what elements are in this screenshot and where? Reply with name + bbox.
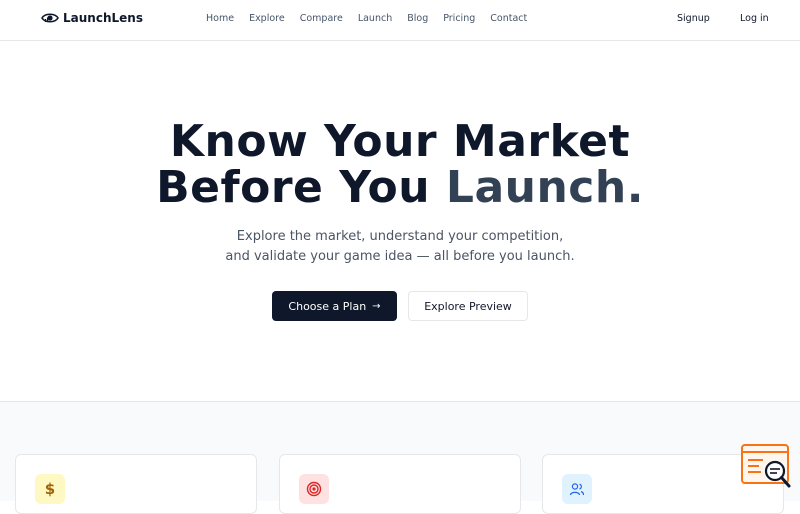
nav-link-compare[interactable]: Compare: [300, 13, 343, 24]
hero-title-line-1: Know Your Market: [169, 116, 631, 167]
nav-link-blog[interactable]: Blog: [407, 13, 428, 24]
top-nav: LaunchLens Home Explore Compare Launch B…: [0, 0, 800, 41]
hero-subtitle: Explore the market, understand your comp…: [0, 227, 800, 267]
browser-search-widget-icon[interactable]: [741, 444, 793, 490]
choose-plan-button[interactable]: Choose a Plan →: [272, 291, 397, 321]
hero-title-line-2-start: Before You: [156, 162, 446, 213]
eye-logo-icon: [41, 13, 59, 23]
hero-title: Know Your Market Before You Launch.: [0, 119, 800, 211]
nav-link-explore[interactable]: Explore: [249, 13, 285, 24]
features-section: $: [0, 401, 800, 514]
feature-card-pricing: $: [15, 454, 257, 514]
hero-title-line-2: Before You Launch.: [0, 165, 800, 211]
nav-links: Home Explore Compare Launch Blog Pricing…: [206, 13, 542, 24]
brand[interactable]: LaunchLens: [41, 11, 143, 25]
nav-link-contact[interactable]: Contact: [490, 13, 527, 24]
hero-title-accent: Launch.: [445, 162, 644, 213]
hero-subtitle-line-2: and validate your game idea — all before…: [225, 249, 575, 264]
feature-card-target: [279, 454, 521, 514]
choose-plan-label: Choose a Plan: [288, 299, 367, 313]
hero-subtitle-line-1: Explore the market, understand your comp…: [236, 229, 564, 244]
nav-link-home[interactable]: Home: [206, 13, 234, 24]
login-link[interactable]: Log in: [740, 13, 769, 24]
brand-name: LaunchLens: [63, 11, 143, 25]
signup-link[interactable]: Signup: [677, 13, 710, 24]
hero-section: Know Your Market Before You Launch. Expl…: [0, 41, 800, 401]
nav-link-launch[interactable]: Launch: [358, 13, 392, 24]
arrow-right-icon: →: [372, 300, 381, 312]
explore-preview-button[interactable]: Explore Preview: [408, 291, 528, 321]
nav-link-pricing[interactable]: Pricing: [443, 13, 475, 24]
